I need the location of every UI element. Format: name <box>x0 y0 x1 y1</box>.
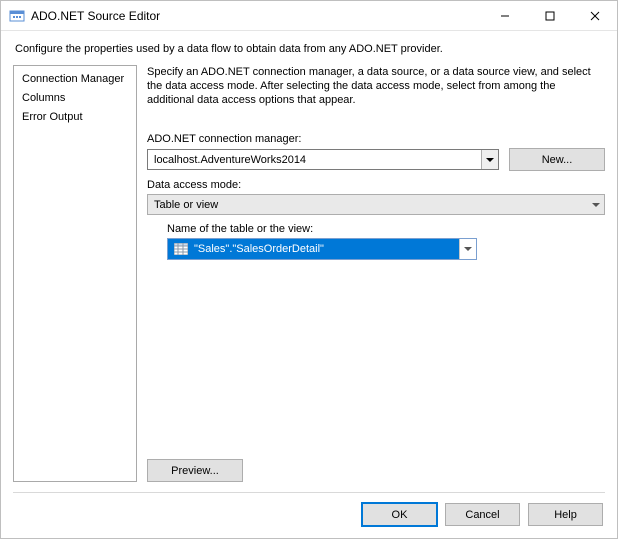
sidebar-item-error-output[interactable]: Error Output <box>14 108 136 127</box>
chevron-down-icon <box>481 150 498 169</box>
connection-manager-label: ADO.NET connection manager: <box>147 133 605 145</box>
ok-button[interactable]: OK <box>362 503 437 526</box>
window-title: ADO.NET Source Editor <box>31 9 482 23</box>
chevron-down-icon <box>459 239 476 259</box>
close-button[interactable] <box>572 1 617 30</box>
data-access-mode-label: Data access mode: <box>147 179 605 191</box>
dialog-footer: OK Cancel Help <box>1 493 617 538</box>
cancel-button[interactable]: Cancel <box>445 503 520 526</box>
sidebar: Connection Manager Columns Error Output <box>13 65 137 482</box>
sidebar-item-columns[interactable]: Columns <box>14 89 136 108</box>
new-connection-button[interactable]: New... <box>509 148 605 171</box>
intro-text: Specify an ADO.NET connection manager, a… <box>147 65 605 107</box>
table-name-label: Name of the table or the view: <box>167 223 605 235</box>
main-panel: Specify an ADO.NET connection manager, a… <box>147 65 605 482</box>
table-icon <box>174 243 188 255</box>
maximize-button[interactable] <box>527 1 572 30</box>
connection-manager-value: localhost.AdventureWorks2014 <box>154 154 306 166</box>
help-button[interactable]: Help <box>528 503 603 526</box>
titlebar: ADO.NET Source Editor <box>1 1 617 31</box>
app-icon <box>9 8 25 24</box>
chevron-down-icon <box>587 195 604 214</box>
minimize-button[interactable] <box>482 1 527 30</box>
data-access-mode-dropdown[interactable]: Table or view <box>147 194 605 215</box>
table-name-value: "Sales"."SalesOrderDetail" <box>194 243 324 255</box>
preview-button[interactable]: Preview... <box>147 459 243 482</box>
window-controls <box>482 1 617 30</box>
dialog-window: ADO.NET Source Editor Configure the prop… <box>0 0 618 539</box>
sidebar-item-connection-manager[interactable]: Connection Manager <box>14 70 136 89</box>
dialog-description: Configure the properties used by a data … <box>1 31 617 65</box>
connection-manager-dropdown[interactable]: localhost.AdventureWorks2014 <box>147 149 499 170</box>
table-name-dropdown[interactable]: "Sales"."SalesOrderDetail" <box>167 238 477 260</box>
data-access-mode-value: Table or view <box>154 199 218 211</box>
